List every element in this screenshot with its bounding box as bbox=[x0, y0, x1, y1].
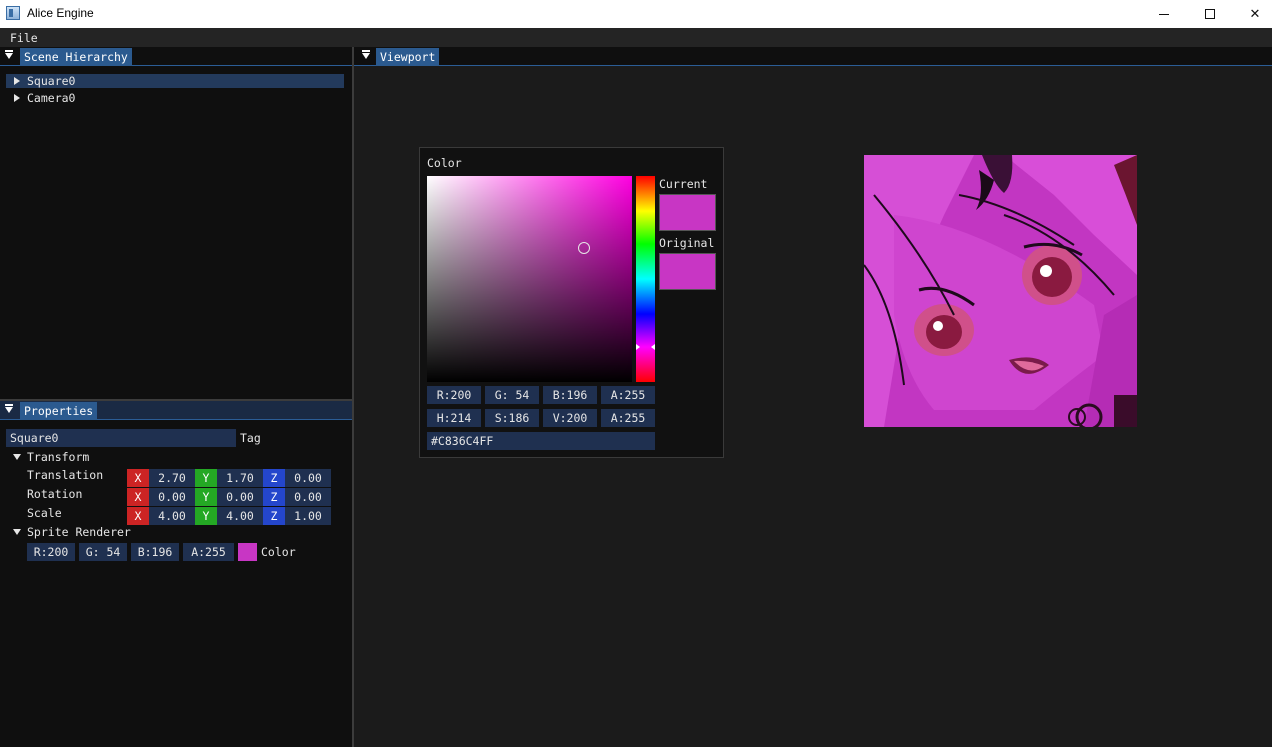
collapse-triangle-icon[interactable] bbox=[5, 50, 13, 59]
tab-properties[interactable]: Properties bbox=[20, 402, 98, 420]
sprite-color-label: Color bbox=[261, 545, 296, 559]
color-picker-title: Color bbox=[427, 156, 462, 170]
minimize-icon bbox=[1159, 13, 1169, 15]
rotation-y-field[interactable]: 0.00 bbox=[217, 488, 263, 506]
original-color-label: Original bbox=[659, 236, 715, 250]
tab-scene-hierarchy[interactable]: Scene Hierarchy bbox=[20, 48, 132, 66]
sprite-color-swatch[interactable] bbox=[238, 543, 257, 561]
scale-x-field[interactable]: 4.00 bbox=[149, 507, 195, 525]
tab-viewport[interactable]: Viewport bbox=[376, 48, 440, 66]
scale-z-field[interactable]: 1.00 bbox=[285, 507, 331, 525]
window-title: Alice Engine bbox=[27, 6, 94, 20]
saturation-value-square[interactable] bbox=[427, 176, 632, 382]
picker-g-field[interactable]: G: 54 bbox=[485, 386, 539, 404]
maximize-button[interactable] bbox=[1187, 0, 1233, 28]
picker-alpha-field[interactable]: A:255 bbox=[601, 409, 655, 427]
translation-z-axis: Z bbox=[263, 469, 285, 487]
picker-s-field[interactable]: S:186 bbox=[485, 409, 539, 427]
app-window-icon bbox=[6, 6, 20, 20]
tree-expand-icon[interactable] bbox=[14, 94, 20, 102]
scale-z-axis: Z bbox=[263, 507, 285, 525]
hierarchy-item-label: Square0 bbox=[27, 74, 76, 88]
close-button[interactable]: ✕ bbox=[1232, 0, 1272, 28]
hierarchy-item-square0[interactable]: Square0 bbox=[6, 74, 344, 88]
scene-hierarchy-header: Scene Hierarchy bbox=[0, 47, 352, 66]
properties-panel: Properties Square0 Tag Transform Transla… bbox=[0, 401, 352, 747]
scale-y-axis: Y bbox=[195, 507, 217, 525]
sprite-color-g-field[interactable]: G: 54 bbox=[79, 543, 127, 561]
picker-r-field[interactable]: R:200 bbox=[427, 386, 481, 404]
translation-x-axis: X bbox=[127, 469, 149, 487]
rotation-z-field[interactable]: 0.00 bbox=[285, 488, 331, 506]
translation-z-field[interactable]: 0.00 bbox=[285, 469, 331, 487]
sprite-renderer-header[interactable]: Sprite Renderer bbox=[27, 525, 131, 539]
hue-marker-left-icon[interactable] bbox=[636, 344, 640, 350]
hue-marker-right-icon[interactable] bbox=[651, 344, 655, 350]
scale-label: Scale bbox=[27, 506, 62, 520]
scale-x-axis: X bbox=[127, 507, 149, 525]
rotation-label: Rotation bbox=[27, 487, 83, 501]
properties-header: Properties bbox=[0, 401, 352, 420]
hue-slider[interactable] bbox=[636, 176, 655, 382]
sprite-color-b-field[interactable]: B:196 bbox=[131, 543, 179, 561]
transform-header[interactable]: Transform bbox=[27, 450, 89, 464]
close-icon: ✕ bbox=[1249, 6, 1261, 22]
minimize-button[interactable] bbox=[1141, 0, 1187, 28]
rotation-x-axis: X bbox=[127, 488, 149, 506]
sprite-renderer-collapse-icon[interactable] bbox=[13, 529, 21, 535]
sprite-color-r-field[interactable]: R:200 bbox=[27, 543, 75, 561]
hierarchy-item-camera0[interactable]: Camera0 bbox=[6, 91, 344, 105]
color-picker-popup: Color Current Original R:200 G: 54 B:196… bbox=[419, 147, 724, 458]
menu-file[interactable]: File bbox=[10, 31, 38, 45]
current-color-label: Current bbox=[659, 177, 708, 191]
picker-a-field[interactable]: A:255 bbox=[601, 386, 655, 404]
rotation-z-axis: Z bbox=[263, 488, 285, 506]
picker-hex-input[interactable]: #C836C4FF bbox=[427, 432, 655, 450]
window-titlebar: Alice Engine ✕ bbox=[0, 0, 1272, 28]
picker-b-field[interactable]: B:196 bbox=[543, 386, 597, 404]
rotation-y-axis: Y bbox=[195, 488, 217, 506]
original-color-swatch[interactable] bbox=[659, 253, 716, 290]
scene-hierarchy-panel: Scene Hierarchy Square0 Camera0 bbox=[0, 47, 352, 400]
hierarchy-item-label: Camera0 bbox=[27, 91, 76, 105]
sprite-color-a-field[interactable]: A:255 bbox=[183, 543, 234, 561]
maximize-icon bbox=[1205, 9, 1215, 19]
collapse-triangle-icon[interactable] bbox=[362, 50, 370, 59]
picker-v-field[interactable]: V:200 bbox=[543, 409, 597, 427]
menu-bar: File bbox=[0, 28, 1272, 47]
tree-expand-icon[interactable] bbox=[14, 77, 20, 85]
sprite-illustration bbox=[864, 155, 1137, 427]
picker-h-field[interactable]: H:214 bbox=[427, 409, 481, 427]
entity-name-input[interactable]: Square0 bbox=[6, 429, 236, 447]
collapse-triangle-icon[interactable] bbox=[5, 404, 13, 413]
translation-label: Translation bbox=[27, 468, 104, 482]
translation-x-field[interactable]: 2.70 bbox=[149, 469, 195, 487]
sv-cursor-icon[interactable] bbox=[578, 242, 590, 254]
viewport-header: Viewport bbox=[354, 47, 1272, 66]
tag-label: Tag bbox=[240, 431, 261, 445]
translation-y-field[interactable]: 1.70 bbox=[217, 469, 263, 487]
scale-y-field[interactable]: 4.00 bbox=[217, 507, 263, 525]
sprite-square0[interactable] bbox=[864, 155, 1137, 427]
rotation-x-field[interactable]: 0.00 bbox=[149, 488, 195, 506]
translation-y-axis: Y bbox=[195, 469, 217, 487]
transform-collapse-icon[interactable] bbox=[13, 454, 21, 460]
current-color-swatch bbox=[659, 194, 716, 231]
